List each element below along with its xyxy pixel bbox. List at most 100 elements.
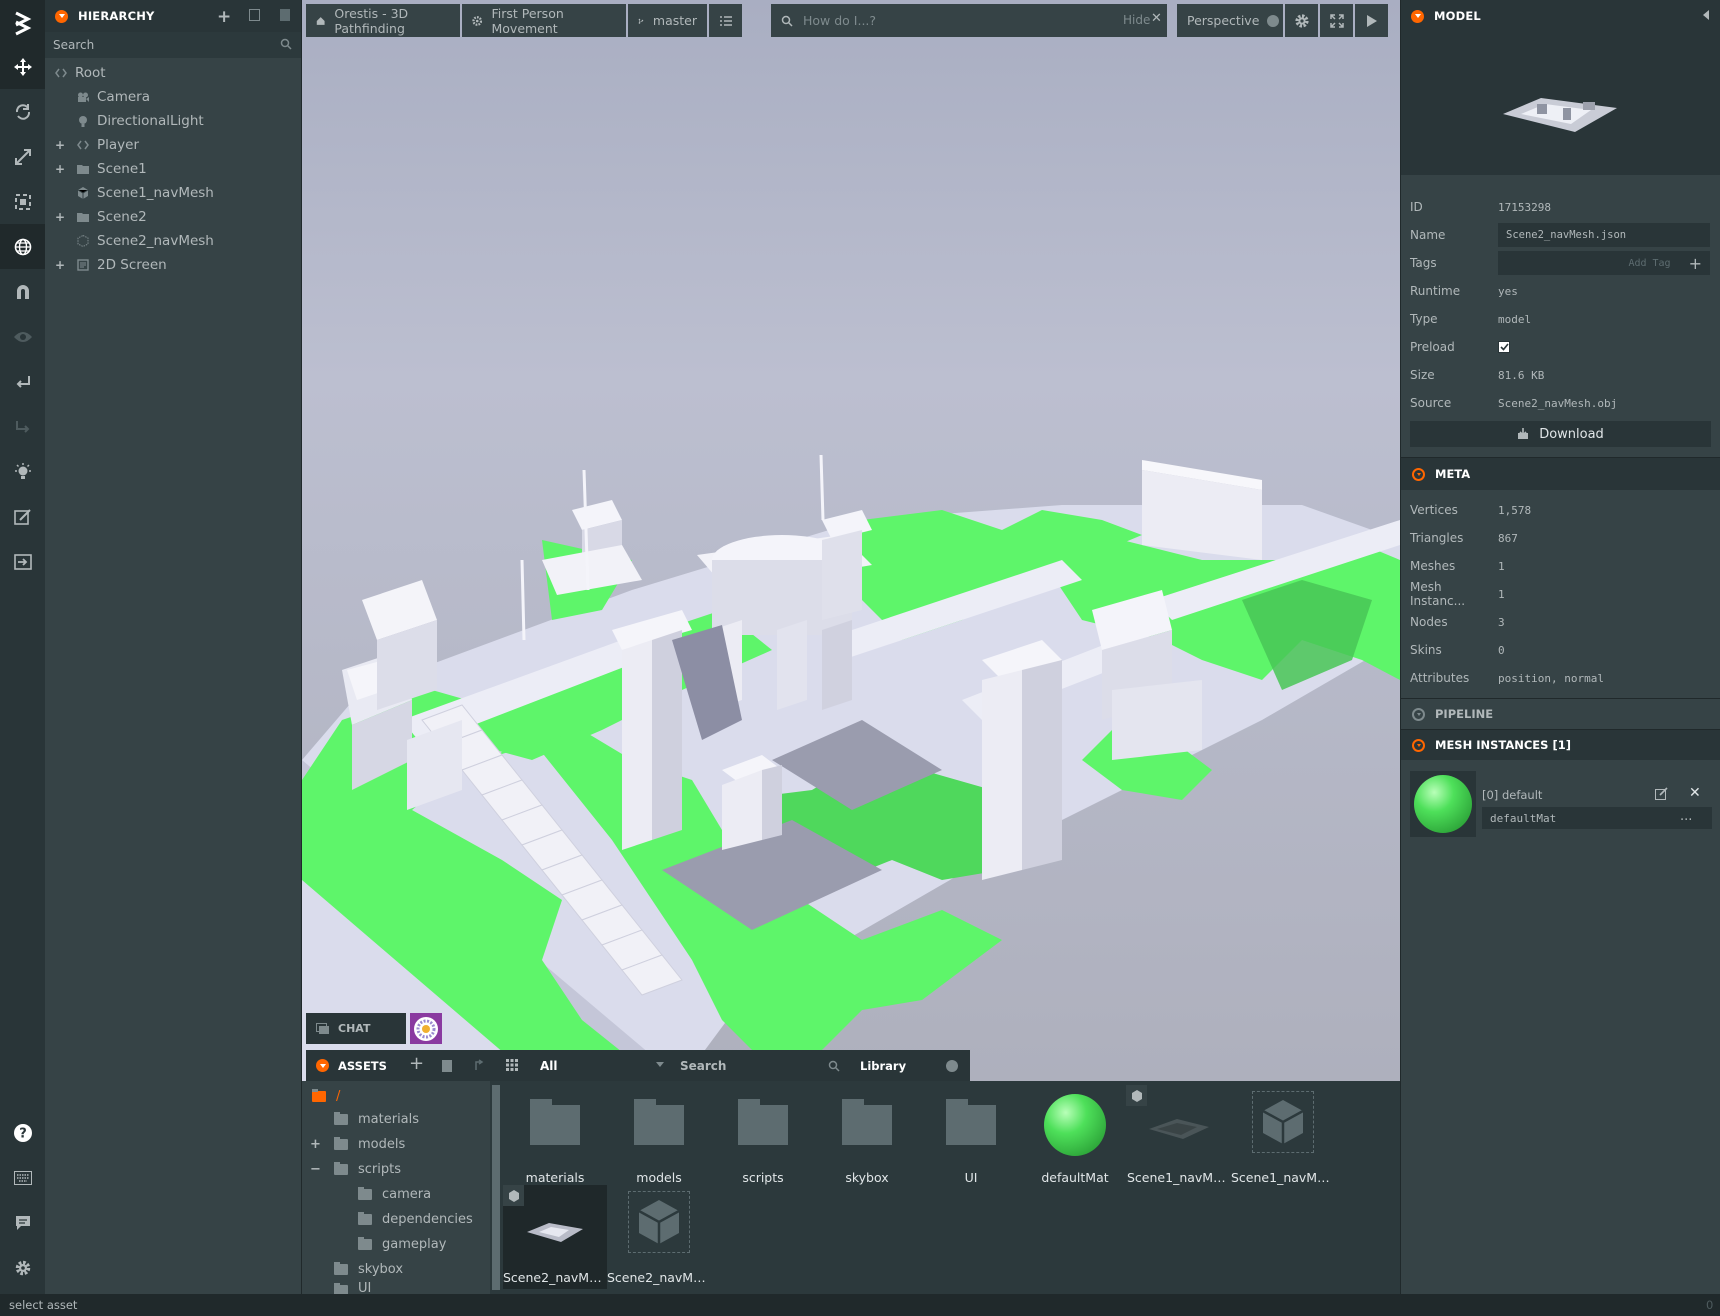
tree-item-scene2-navmesh[interactable]: Scene2_navMesh xyxy=(45,229,301,253)
collapse-icon[interactable] xyxy=(55,9,68,23)
scale-tool-icon[interactable] xyxy=(0,134,45,179)
status-bar: select asset 0 xyxy=(0,1294,1720,1316)
snap-magnet-icon[interactable] xyxy=(0,269,45,314)
tree-item-directional-light[interactable]: DirectionalLight xyxy=(45,109,301,133)
expand-icon[interactable]: + xyxy=(55,138,65,152)
launch-button[interactable] xyxy=(1355,4,1388,37)
collapse-icon[interactable] xyxy=(1411,9,1424,23)
list-menu-button[interactable] xyxy=(709,4,742,37)
asset-tree-ui[interactable]: UI xyxy=(334,1281,371,1294)
publish-icon[interactable] xyxy=(0,539,45,584)
asset-folder-models[interactable]: models xyxy=(607,1085,711,1189)
asset-folder-scripts[interactable]: scripts xyxy=(711,1085,815,1189)
download-button[interactable]: Download xyxy=(1410,421,1711,447)
asset-json-scene2-navmesh[interactable]: Scene2_navMes... xyxy=(607,1185,711,1289)
camera-select[interactable]: Perspective xyxy=(1177,4,1283,37)
logo-icon[interactable] xyxy=(0,0,45,45)
tree-item-camera[interactable]: Camera xyxy=(45,85,301,109)
scrollbar-thumb[interactable] xyxy=(492,1085,500,1290)
remove-material-icon[interactable]: ✕ xyxy=(1689,785,1701,801)
asset-tree-models[interactable]: + models xyxy=(310,1133,405,1155)
keyboard-icon[interactable] xyxy=(0,1155,45,1200)
duplicate-icon[interactable] xyxy=(249,9,260,21)
expand-icon[interactable]: + xyxy=(55,162,65,176)
scene-button[interactable]: First Person Movement xyxy=(462,4,626,37)
more-button[interactable]: ... xyxy=(1680,809,1692,824)
branch-button[interactable]: master xyxy=(628,4,707,37)
expand-icon[interactable]: + xyxy=(310,1137,326,1152)
asset-model-scene1-navmesh[interactable]: Scene1_navMes... xyxy=(1126,1085,1231,1189)
material-slot-input[interactable]: defaultMat ... xyxy=(1482,807,1712,829)
expand-icon[interactable]: + xyxy=(55,258,65,272)
asset-folder-materials[interactable]: materials xyxy=(503,1085,607,1189)
asset-folder-ui[interactable]: UI xyxy=(919,1085,1023,1189)
asset-tree-dependencies[interactable]: dependencies xyxy=(358,1208,473,1230)
pipeline-section-header[interactable]: PIPELINE xyxy=(1401,698,1720,729)
asset-json-scene1-navmesh[interactable]: Scene1_navMes... xyxy=(1231,1085,1335,1189)
add-asset-icon[interactable]: + xyxy=(409,1053,424,1074)
feedback-icon[interactable] xyxy=(0,1200,45,1245)
library-arrow-icon xyxy=(946,1060,958,1072)
meta-section-header[interactable]: META xyxy=(1401,457,1720,490)
delete-icon[interactable] xyxy=(280,9,290,21)
translate-tool-icon[interactable] xyxy=(0,44,45,89)
tree-item-root[interactable]: Root xyxy=(45,61,301,85)
preload-checkbox[interactable] xyxy=(1498,341,1510,353)
material-preview[interactable] xyxy=(1410,771,1476,837)
collapse-icon[interactable] xyxy=(316,1059,329,1072)
edit-icon[interactable] xyxy=(1655,787,1668,800)
asset-tree-materials[interactable]: materials xyxy=(334,1108,419,1130)
asset-tree-scripts[interactable]: − scripts xyxy=(310,1158,401,1180)
viewport-settings-button[interactable] xyxy=(1285,4,1318,37)
asset-material-defaultmat[interactable]: defaultMat xyxy=(1023,1085,1127,1189)
tree-item-scene1[interactable]: + Scene1 xyxy=(45,157,301,181)
hierarchy-search-input[interactable]: Search xyxy=(45,32,301,58)
add-tag-icon[interactable]: + xyxy=(1689,254,1702,273)
up-folder-icon[interactable] xyxy=(474,1059,486,1071)
project-button[interactable]: Orestis - 3D Pathfinding xyxy=(306,4,460,37)
asset-tree-gameplay[interactable]: gameplay xyxy=(358,1233,446,1255)
fullscreen-button[interactable] xyxy=(1320,4,1353,37)
library-button[interactable]: Library xyxy=(850,1050,968,1081)
tree-item-2d-screen[interactable]: + 2D Screen xyxy=(45,253,301,277)
resize-element-tool-icon[interactable] xyxy=(0,179,45,224)
grid-view-icon[interactable] xyxy=(506,1059,518,1071)
tags-input[interactable]: Add Tag + xyxy=(1498,251,1710,275)
lightmapper-icon[interactable] xyxy=(0,449,45,494)
user-avatar[interactable] xyxy=(410,1013,442,1044)
hide-button[interactable]: Hide xyxy=(1123,13,1150,27)
scene-viewport[interactable]: Orestis - 3D Pathfinding First Person Mo… xyxy=(302,0,1400,1081)
meta-meshes: Meshes 1 xyxy=(1410,559,1505,573)
folder-icon xyxy=(358,1211,372,1225)
asset-tree-skybox[interactable]: skybox xyxy=(334,1258,403,1280)
mesh-instances-section-header[interactable]: MESH INSTANCES [1] xyxy=(1401,729,1720,760)
add-entity-icon[interactable]: + xyxy=(217,7,231,27)
delete-asset-icon[interactable] xyxy=(442,1060,452,1072)
close-icon[interactable]: ✕ xyxy=(1151,11,1162,26)
tree-item-scene1-navmesh[interactable]: Scene1_navMesh xyxy=(45,181,301,205)
undo-icon[interactable] xyxy=(0,359,45,404)
asset-tree-root[interactable]: / xyxy=(312,1085,340,1107)
model-preview[interactable] xyxy=(1401,32,1720,175)
tree-item-scene2[interactable]: + Scene2 xyxy=(45,205,301,229)
code-editor-icon[interactable] xyxy=(0,494,45,539)
help-icon[interactable]: ? xyxy=(0,1110,45,1155)
settings-gear-icon[interactable] xyxy=(0,1245,45,1290)
tree-scrollbar[interactable] xyxy=(490,1081,502,1294)
world-space-icon[interactable] xyxy=(0,224,45,269)
asset-search-input[interactable]: Search xyxy=(670,1050,842,1081)
chat-button[interactable]: CHAT xyxy=(306,1013,406,1044)
asset-folder-skybox[interactable]: skybox xyxy=(815,1085,919,1189)
redo-icon[interactable] xyxy=(0,404,45,449)
help-search-input[interactable]: How do I...? Hide ✕ xyxy=(771,4,1167,37)
rotate-tool-icon[interactable] xyxy=(0,89,45,134)
asset-model-scene2-navmesh[interactable]: Scene2_navMes... xyxy=(503,1185,607,1289)
asset-filter-select[interactable]: All xyxy=(532,1050,670,1081)
expand-icon[interactable]: + xyxy=(55,210,65,224)
collapse-panel-icon[interactable] xyxy=(1703,10,1709,20)
asset-tree-camera[interactable]: camera xyxy=(358,1183,431,1205)
collapse-icon[interactable]: − xyxy=(310,1162,326,1177)
tree-item-player[interactable]: + Player xyxy=(45,133,301,157)
eye-icon[interactable] xyxy=(0,314,45,359)
name-input[interactable]: Scene2_navMesh.json xyxy=(1498,223,1710,247)
